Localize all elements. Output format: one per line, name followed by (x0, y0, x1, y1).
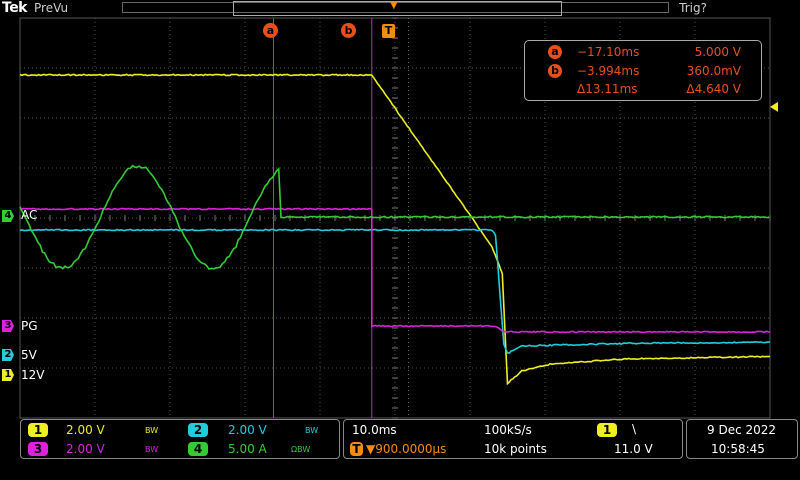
sample-rate: 100kS/s (484, 423, 532, 437)
ch4-chip[interactable]: 4 (188, 442, 208, 456)
ch2-scale: 2.00 V (228, 423, 267, 437)
cursor-delta-value: Δ4.640 V (686, 82, 741, 96)
time: 10:58:45 (711, 442, 765, 456)
bottom-readout-bar: 1 2.00 V BW 2 2.00 V BW 3 2.00 V BW 4 5.… (0, 419, 800, 480)
ch3-label: PG (21, 319, 38, 333)
trace-ch1 (20, 74, 770, 383)
ch2-label: 5V (21, 348, 37, 362)
cursor-a-value: 5.000 V (695, 45, 741, 59)
cursor-delta-row: Δ13.11ms Δ4.640 V (525, 82, 761, 98)
cursor-b-time: −3.994ms (577, 64, 639, 78)
ch3-bw-limit: BW (145, 445, 158, 454)
ch3-scale: 2.00 V (66, 442, 105, 456)
trigger-position-chip: T (350, 442, 363, 456)
waveform-traces (20, 74, 770, 383)
cursor-b-chip: b (548, 64, 562, 78)
trigger-position-marker[interactable]: T (382, 24, 395, 38)
trigger-position: ▼900.0000µs (366, 442, 446, 456)
ch3-chip[interactable]: 3 (28, 442, 48, 456)
ch1-bw-limit: BW (145, 426, 158, 435)
cursor-a-chip: a (548, 45, 562, 59)
channel-scale-panel[interactable]: 1 2.00 V BW 2 2.00 V BW 3 2.00 V BW 4 5.… (20, 419, 340, 459)
trace-markers (770, 102, 778, 112)
datetime-panel[interactable]: 9 Dec 2022 10:58:45 (686, 419, 798, 459)
cursor-b-row: b −3.994ms 360.0mV (525, 64, 761, 80)
trigger-level-arrow (770, 102, 778, 112)
timebase-trigger-panel[interactable]: 10.0ms 100kS/s 1 \ T ▼900.0000µs 10k poi… (343, 419, 683, 459)
timebase-scale: 10.0ms (352, 423, 397, 437)
trace-ch4 (20, 166, 769, 269)
ch4-scale: 5.00 A (228, 442, 267, 456)
cursor-b-value: 360.0mV (687, 64, 741, 78)
trigger-level: 11.0 V (614, 442, 653, 456)
record-length: 10k points (484, 442, 547, 456)
ch2-chip[interactable]: 2 (188, 423, 208, 437)
ch2-bw-limit: BW (305, 426, 318, 435)
cursor-a-time: −17.10ms (577, 45, 639, 59)
trigger-slope-icon: \ (632, 422, 636, 436)
ch1-scale: 2.00 V (66, 423, 105, 437)
cursor-a-row: a −17.10ms 5.000 V (525, 45, 761, 61)
cursor-delta-time: Δ13.11ms (577, 82, 638, 96)
cursor-a-badge[interactable]: a (263, 23, 278, 38)
ch4-label: AC (21, 208, 37, 222)
cursor-b-badge[interactable]: b (341, 23, 356, 38)
trigger-source-chip[interactable]: 1 (597, 423, 617, 437)
cursor-readout-panel: a −17.10ms 5.000 V b −3.994ms 360.0mV Δ1… (524, 40, 762, 101)
ch4-bw-limit: ΩBW (291, 445, 310, 454)
date: 9 Dec 2022 (707, 423, 776, 437)
ch1-label: 12V (21, 368, 44, 382)
ch1-chip[interactable]: 1 (28, 423, 48, 437)
